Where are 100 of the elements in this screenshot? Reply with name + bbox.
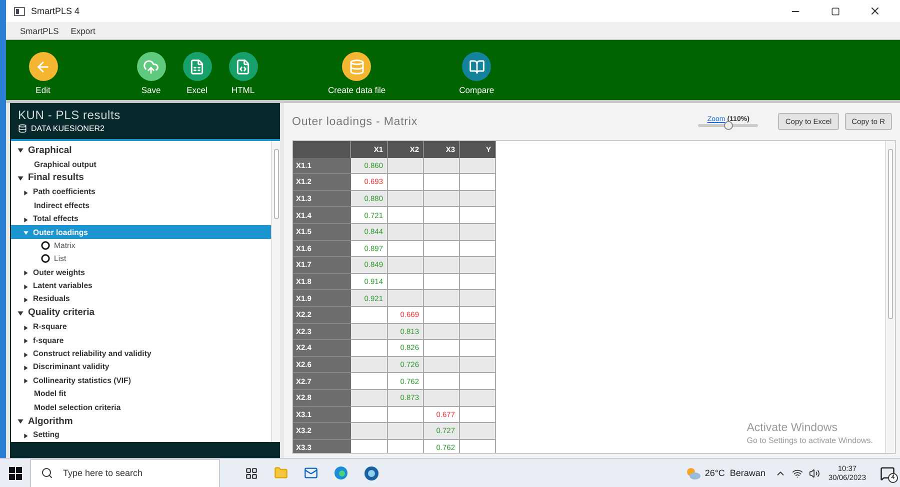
- table-cell: [460, 356, 496, 374]
- tree-item[interactable]: Graphical: [11, 143, 271, 158]
- toolbar-button[interactable]: Save: [130, 52, 172, 95]
- table-cell: [424, 274, 460, 290]
- caret-icon[interactable]: [23, 216, 29, 223]
- caret-icon[interactable]: [23, 378, 29, 384]
- table-cell: [460, 406, 496, 424]
- table-cell: [388, 207, 424, 224]
- app-icon: [14, 6, 25, 16]
- table-cell: [460, 190, 496, 208]
- table-cell: [351, 356, 388, 374]
- table-cell: [351, 390, 388, 406]
- table-cell: [460, 158, 496, 174]
- table-cell: [388, 290, 424, 307]
- caret-icon[interactable]: [23, 297, 29, 303]
- caret-icon[interactable]: [23, 338, 29, 344]
- table-cell: [388, 224, 424, 241]
- caret-icon[interactable]: [23, 284, 29, 290]
- table-cell: [388, 174, 424, 191]
- table-cell: [460, 423, 496, 440]
- table-cell: [460, 174, 496, 191]
- table-cell: [460, 274, 496, 290]
- zoom-slider[interactable]: [698, 124, 758, 127]
- database-icon: [18, 124, 27, 133]
- notification-icon[interactable]: [880, 466, 894, 480]
- window-title: SmartPLS 4: [31, 6, 81, 16]
- mail-icon[interactable]: [304, 466, 318, 480]
- table-cell: [460, 306, 496, 324]
- table-corner: [293, 141, 351, 158]
- table-cell: [351, 406, 388, 424]
- table-cell: [460, 340, 496, 357]
- table-cell: [460, 224, 496, 241]
- caret-icon[interactable]: [23, 190, 29, 196]
- table-cell: [388, 423, 424, 440]
- toolbar-button[interactable]: Excel: [176, 52, 218, 95]
- table-cell: [351, 324, 388, 340]
- table-cell: [351, 373, 388, 390]
- table-cell: [460, 207, 496, 224]
- tree-label: Final results: [28, 172, 84, 184]
- activation-title: Activate Windows: [746, 422, 838, 434]
- table-cell: [424, 324, 460, 340]
- table-cell: [460, 290, 496, 307]
- caret-icon[interactable]: [23, 324, 29, 331]
- table-cell: [424, 340, 460, 357]
- app-logo-icon[interactable]: [364, 466, 378, 480]
- table-cell: [388, 257, 424, 274]
- menu-item[interactable]: SmartPLS: [20, 26, 59, 36]
- table-cell: [424, 158, 460, 174]
- radio-button[interactable]: [41, 240, 50, 250]
- tree-item[interactable]: Quality criteria: [11, 306, 271, 320]
- weather-icon: [684, 466, 701, 480]
- scrollbar[interactable]: [885, 141, 895, 453]
- scrollbar[interactable]: [271, 141, 280, 442]
- project-title: KUN - PLS results: [18, 108, 122, 122]
- table-cell: [424, 373, 460, 390]
- table-cell: [424, 390, 460, 406]
- caret-icon[interactable]: [23, 270, 29, 276]
- search-icon: [41, 467, 53, 479]
- speaker-icon[interactable]: [809, 468, 820, 478]
- table-cell: [351, 340, 388, 357]
- table-cell: [460, 373, 496, 390]
- caret-icon[interactable]: [17, 147, 24, 154]
- tree-label: Graphical: [28, 144, 72, 156]
- tree-label: Algorithm: [28, 416, 73, 426]
- table-cell: [424, 174, 460, 191]
- table-cell: [424, 306, 460, 324]
- network-icon[interactable]: [792, 468, 804, 478]
- table-cell: [388, 274, 424, 290]
- browser-icon[interactable]: [334, 466, 348, 480]
- toolbar-button[interactable]: HTML: [222, 52, 264, 95]
- task-view-icon[interactable]: [244, 466, 258, 480]
- table-cell: [351, 306, 388, 324]
- tree-item[interactable]: Algorithm: [11, 414, 271, 428]
- table-cell: [460, 240, 496, 258]
- windows-icon: [8, 466, 22, 480]
- table-cell: [424, 257, 460, 274]
- table-cell: [351, 423, 388, 440]
- table-cell: [460, 390, 496, 406]
- table-cell: [460, 257, 496, 274]
- search-field[interactable]: Type here to search: [61, 467, 211, 479]
- search-box[interactable]: Type here to search: [30, 458, 220, 487]
- toolbar-button[interactable]: Compare: [456, 52, 498, 95]
- toolbar-button[interactable]: Create data file: [328, 52, 386, 95]
- table-cell: [424, 240, 460, 258]
- table-cell: [388, 406, 424, 424]
- weather-text: 26°C Berawan: [704, 468, 766, 478]
- table-cell: [424, 207, 460, 224]
- tree-item[interactable]: Final results: [11, 170, 271, 186]
- activation-text: Go to Settings to activate Windows.: [746, 436, 873, 445]
- caret-icon[interactable]: [23, 432, 29, 439]
- table-cell: [388, 158, 424, 174]
- menu-item[interactable]: Export: [70, 26, 96, 36]
- table-cell: [424, 356, 460, 374]
- tree-label: Quality criteria: [28, 307, 95, 318]
- table-cell: [424, 290, 460, 307]
- table-cell: [460, 324, 496, 340]
- radio-button[interactable]: [41, 254, 50, 264]
- toolbar-button[interactable]: Edit: [22, 52, 64, 95]
- close-icon[interactable]: [869, 5, 881, 17]
- maximize-icon[interactable]: [830, 6, 840, 16]
